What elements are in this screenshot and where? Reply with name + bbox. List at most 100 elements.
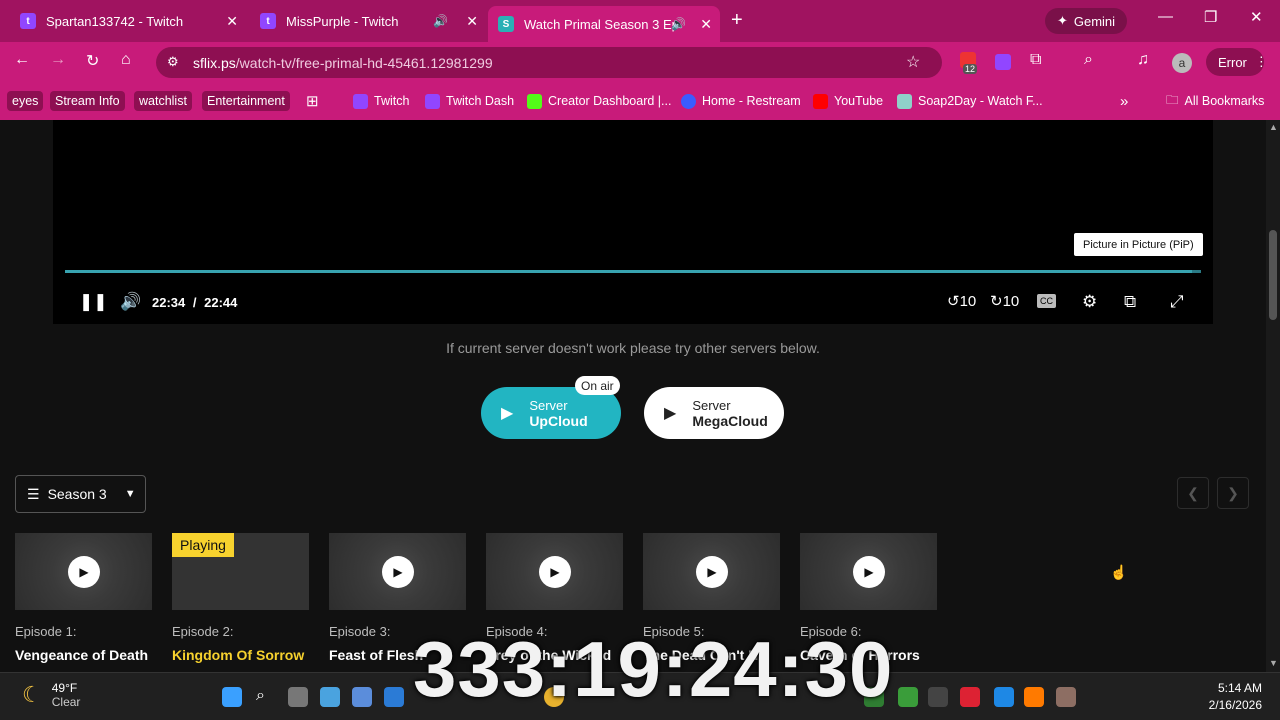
play-icon: ▶ (539, 556, 571, 588)
address-bar[interactable]: ⚙ sflix.ps/watch-tv/free-primal-hd-45461… (156, 47, 942, 78)
gemini-icon: ✦ (1056, 13, 1068, 28)
bookmark-twitch[interactable]: Twitch (353, 91, 409, 111)
extensions-icon[interactable]: ⧉ (1030, 51, 1041, 69)
taskbar-app-icon[interactable] (1024, 687, 1044, 707)
forward-10-icon[interactable]: ↻10 (990, 292, 1019, 310)
site-info-icon[interactable]: ⚙ (167, 54, 179, 70)
error-button[interactable]: Error ⋮ (1206, 48, 1268, 76)
play-icon: ▶ (696, 556, 728, 588)
episode-thumbnail[interactable]: ▶ (800, 533, 937, 610)
apps-grid-icon[interactable]: ⊞ (306, 91, 319, 111)
taskbar-app-icon[interactable] (320, 687, 340, 707)
search-icon[interactable]: ⌕ (256, 687, 276, 707)
profile-avatar[interactable]: a (1172, 53, 1192, 73)
bookmark-star-icon[interactable]: ☆ (906, 52, 920, 72)
minimize-icon[interactable]: — (1158, 8, 1173, 25)
tab-strip: t Spartan133742 - Twitch ✕ t MissPurple … (0, 0, 1280, 42)
bookmark-stream-info[interactable]: Stream Info (50, 91, 125, 111)
gemini-button[interactable]: ✦ Gemini (1045, 8, 1127, 34)
all-bookmarks[interactable]: 🗀 All Bookmarks (1166, 91, 1264, 111)
bookmark-restream[interactable]: Home - Restream (681, 91, 801, 111)
progress-bar[interactable] (65, 270, 1201, 273)
play-icon: ▶ (382, 556, 414, 588)
media-control-icon[interactable]: ♫ (1137, 51, 1149, 69)
tab-3[interactable]: S Watch Primal Season 3 Epis 🔊 ✕ (488, 6, 720, 42)
prev-page-button[interactable]: ❮ (1177, 477, 1209, 509)
pause-icon[interactable]: ❚❚ (79, 292, 108, 312)
tab-search-icon[interactable]: ⌕ (1084, 51, 1093, 69)
start-icon[interactable] (222, 687, 242, 707)
speaker-icon[interactable]: 🔊 (433, 14, 448, 28)
scroll-up-icon: ▲ (1269, 122, 1278, 132)
folder-icon: 🗀 (1166, 92, 1179, 107)
tab-2[interactable]: t MissPurple - Twitch 🔊 ✕ (250, 6, 486, 36)
server-label: Server (692, 397, 731, 413)
page-content: Picture in Picture (PiP) ❚❚ 🔊 22:34 / 22… (0, 120, 1266, 672)
twitch-extension-icon[interactable] (995, 54, 1011, 70)
home-icon[interactable]: ⌂ (121, 51, 131, 69)
scrollbar-thumb[interactable] (1269, 230, 1277, 320)
taskbar-app-icon[interactable] (960, 687, 980, 707)
season-dropdown[interactable]: ☰ Season 3 ▼ (15, 475, 146, 513)
close-icon[interactable]: ✕ (466, 13, 478, 30)
episode-card[interactable]: Playing Episode 2: Kingdom Of Sorrow (172, 533, 309, 663)
reload-icon[interactable]: ↻ (86, 51, 99, 71)
kick-icon (527, 93, 542, 109)
bookmark-soap2day[interactable]: Soap2Day - Watch F... (897, 91, 1043, 111)
pip-icon[interactable]: ⧉ (1124, 292, 1136, 312)
bookmark-creator-dashboard[interactable]: Creator Dashboard |... (527, 91, 671, 111)
volume-icon[interactable]: 🔊 (120, 292, 141, 312)
video-player[interactable]: Picture in Picture (PiP) ❚❚ 🔊 22:34 / 22… (53, 120, 1213, 324)
task-view-icon[interactable] (288, 687, 308, 707)
clock-date: 2/16/2026 (1208, 698, 1262, 712)
window-close-icon[interactable]: ✕ (1250, 8, 1263, 26)
restream-icon (681, 93, 696, 109)
tab-title: Watch Primal Season 3 Epis (524, 16, 674, 32)
back-icon[interactable]: ← (14, 51, 30, 69)
episode-card[interactable]: ▶ Episode 1: Vengeance of Death (15, 533, 152, 663)
next-page-button[interactable]: ❯ (1217, 477, 1249, 509)
close-icon[interactable]: ✕ (700, 16, 712, 33)
soap2day-icon (897, 93, 912, 109)
bookmark-eyes[interactable]: eyes (7, 91, 44, 111)
new-tab-icon[interactable]: + (731, 9, 743, 32)
twitch-icon: t (260, 13, 276, 29)
taskbar-app-icon[interactable] (1056, 687, 1076, 707)
tab-1[interactable]: t Spartan133742 - Twitch ✕ (10, 6, 246, 36)
rewind-10-icon[interactable]: ↺10 (947, 292, 976, 310)
captions-icon[interactable]: CC (1037, 294, 1056, 308)
forward-icon[interactable]: → (50, 51, 66, 69)
weather-widget[interactable]: ☾ 49°F Clear (22, 681, 80, 709)
scrollbar[interactable]: ▲ ▼ (1266, 120, 1280, 672)
system-clock[interactable]: 5:14 AM 2/16/2026 (1209, 680, 1262, 714)
bookmark-youtube[interactable]: YouTube (813, 91, 883, 111)
fullscreen-icon[interactable]: ⤢ (1170, 292, 1184, 312)
speaker-icon[interactable]: 🔊 (671, 17, 686, 31)
taskbar-app-icon[interactable] (384, 687, 404, 707)
bookmark-twitch-dash[interactable]: Twitch Dash (425, 91, 514, 111)
episode-number: Episode 1: (15, 624, 77, 639)
more-bookmarks-icon[interactable]: » (1120, 91, 1128, 111)
server-megacloud-button[interactable]: ▶ Server MegaCloud (644, 387, 784, 439)
moon-icon: ☾ (22, 682, 42, 707)
settings-icon[interactable] (352, 687, 372, 707)
episode-thumbnail[interactable]: ▶ (15, 533, 152, 610)
restore-icon[interactable]: ❐ (1204, 8, 1217, 26)
taskbar-app-icon[interactable] (928, 687, 948, 707)
sflix-icon: S (498, 16, 514, 32)
episode-thumbnail[interactable]: ▶ (486, 533, 623, 610)
settings-gear-icon[interactable]: ⚙ (1082, 292, 1097, 312)
bookmark-entertainment[interactable]: Entertainment (202, 91, 290, 111)
episode-number: Episode 2: (172, 624, 234, 639)
episode-thumbnail[interactable]: ▶ (643, 533, 780, 610)
close-icon[interactable]: ✕ (226, 13, 238, 30)
taskbar-app-icon[interactable] (994, 687, 1014, 707)
hand-cursor-icon: ☝ (1110, 564, 1128, 580)
season-label: Season 3 (47, 486, 107, 502)
episode-thumbnail[interactable]: Playing (172, 533, 309, 610)
xbox-icon[interactable] (898, 687, 918, 707)
episode-thumbnail[interactable]: ▶ (329, 533, 466, 610)
server-name: MegaCloud (692, 412, 768, 429)
bookmark-watchlist[interactable]: watchlist (134, 91, 192, 111)
url-text[interactable]: sflix.ps/watch-tv/free-primal-hd-45461.1… (193, 55, 493, 71)
